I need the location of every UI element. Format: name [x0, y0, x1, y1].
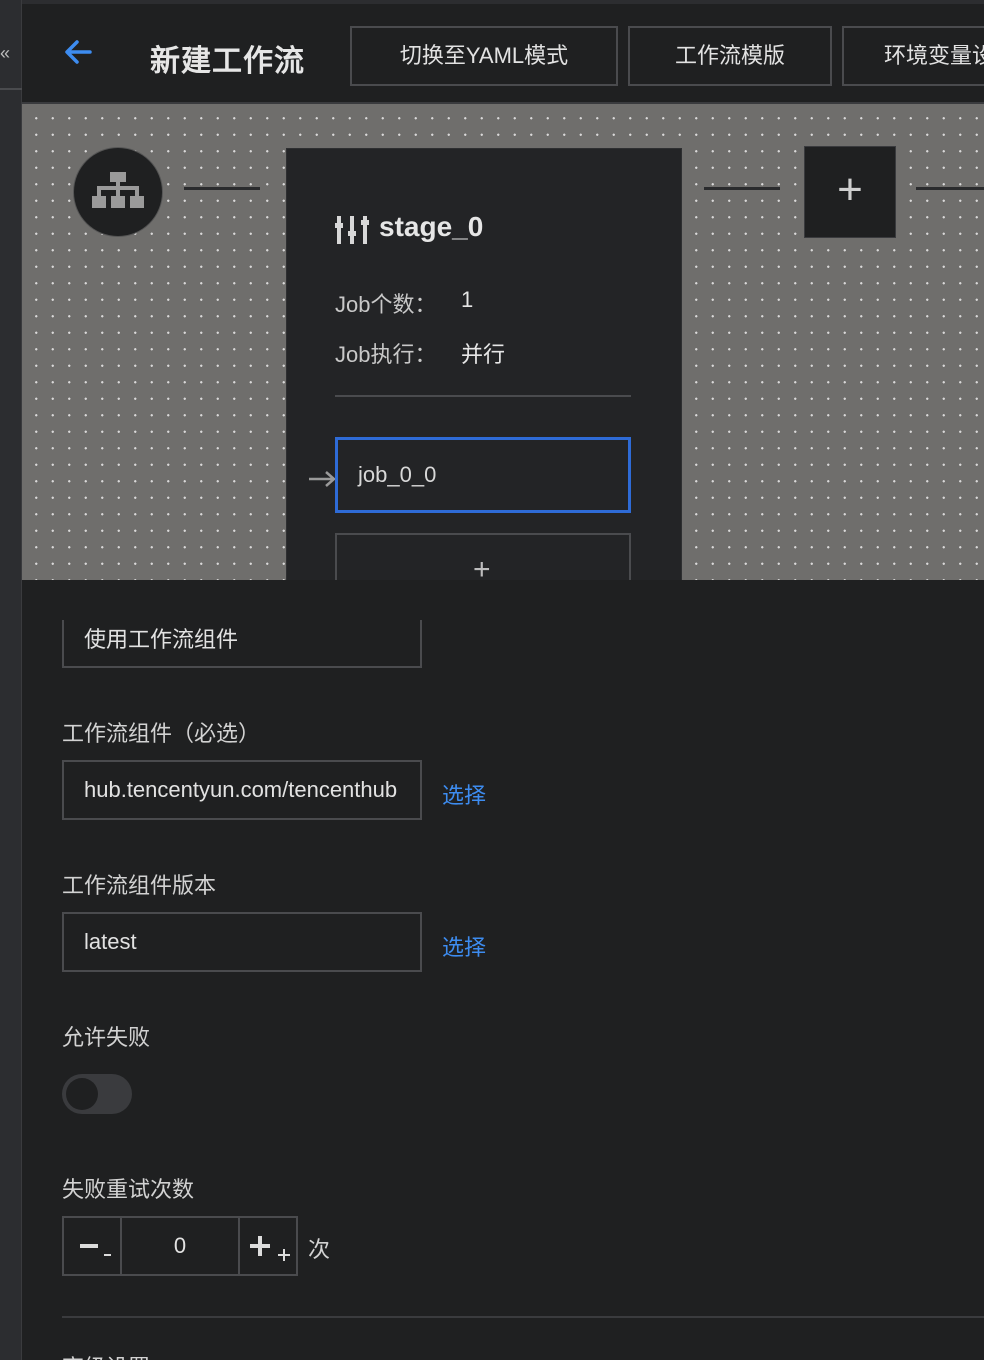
start-node[interactable] — [74, 148, 162, 236]
stage-name: stage_0 — [379, 211, 484, 242]
job-exec-label: Job执行： — [335, 342, 437, 367]
page-header: 新建工作流 切换至YAML模式 工作流模版 环境变量设 — [22, 0, 984, 104]
stage-divider — [335, 395, 631, 397]
plus-icon — [250, 1236, 290, 1261]
toggle-knob — [66, 1078, 98, 1110]
component-input[interactable]: hub.tencentyun.com/tencenthub — [62, 760, 422, 820]
add-job-button[interactable]: + — [335, 533, 631, 580]
component-mode-select[interactable]: 使用工作流组件 — [62, 620, 422, 668]
job-item[interactable]: job_0_0 — [335, 437, 631, 513]
add-stage-button[interactable]: + — [804, 146, 896, 238]
connector-line — [916, 187, 984, 190]
plus-icon: + — [473, 553, 491, 580]
component-label: 工作流组件（必选） — [62, 721, 261, 746]
retry-stepper: 0 — [62, 1216, 298, 1276]
allow-fail-toggle[interactable] — [62, 1074, 132, 1114]
section-divider — [62, 1316, 984, 1318]
collapse-icon[interactable]: « — [0, 38, 22, 68]
component-select-link[interactable]: 选择 — [442, 778, 486, 810]
switch-yaml-button[interactable]: 切换至YAML模式 — [350, 26, 618, 86]
retry-count-value[interactable]: 0 — [122, 1218, 238, 1274]
org-tree-icon — [92, 172, 144, 208]
version-label: 工作流组件版本 — [62, 873, 217, 898]
rail-divider — [0, 88, 22, 90]
stage-card[interactable]: stage_0 Job个数： 1 Job执行： 并行 job_0_0 + — [286, 148, 682, 580]
retry-unit: 次 — [308, 1237, 331, 1262]
allow-fail-label: 允许失败 — [62, 1025, 151, 1050]
workflow-template-button[interactable]: 工作流模版 — [628, 26, 832, 86]
env-variables-button[interactable]: 环境变量设 — [842, 26, 984, 86]
retry-label: 失败重试次数 — [62, 1177, 195, 1202]
version-select-link[interactable]: 选择 — [442, 930, 486, 962]
job-count-label: Job个数： — [335, 292, 437, 317]
connector-line — [704, 187, 780, 190]
side-rail: « — [0, 0, 22, 1360]
back-arrow-icon[interactable] — [60, 34, 96, 70]
job-exec-value: 并行 — [461, 342, 506, 367]
connector-line — [184, 187, 260, 190]
version-input[interactable]: latest — [62, 912, 422, 972]
job-count-value: 1 — [461, 287, 474, 312]
job-config-panel: 使用工作流组件 工作流组件（必选） hub.tencentyun.com/ten… — [22, 580, 984, 1360]
pipeline-canvas[interactable]: stage_0 Job个数： 1 Job执行： 并行 job_0_0 + + — [22, 104, 984, 580]
increment-button[interactable] — [238, 1218, 296, 1274]
page-title: 新建工作流 — [150, 45, 305, 78]
minus-icon — [80, 1244, 111, 1256]
sliders-icon — [335, 216, 369, 244]
decrement-button[interactable] — [64, 1218, 122, 1274]
advanced-settings-heading: 高级设置 — [62, 1350, 150, 1360]
